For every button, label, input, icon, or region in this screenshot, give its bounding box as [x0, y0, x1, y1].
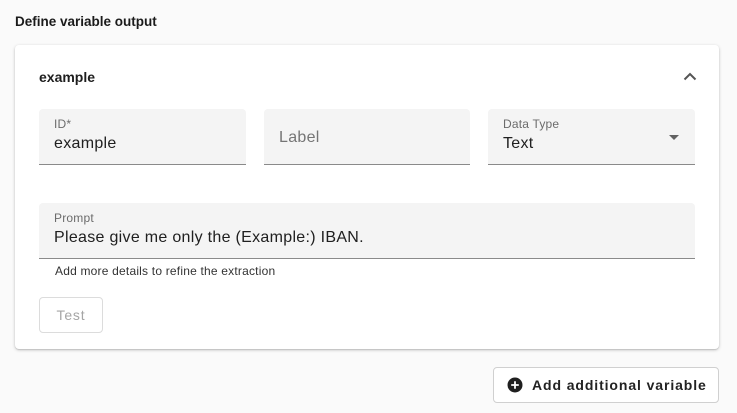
variable-card-title: example: [39, 69, 96, 85]
section-title: Define variable output: [15, 14, 157, 29]
add-additional-variable-label: Add additional variable: [532, 377, 707, 393]
test-button[interactable]: Test: [39, 297, 103, 333]
id-field-value: example: [54, 135, 117, 152]
label-field[interactable]: Label: [264, 109, 470, 165]
add-additional-variable-button[interactable]: Add additional variable: [493, 367, 719, 403]
plus-circle-icon: [507, 377, 523, 393]
data-type-label: Data Type: [503, 117, 560, 131]
data-type-select[interactable]: Data Type Text: [488, 109, 695, 165]
id-field[interactable]: ID* example: [39, 109, 246, 165]
collapse-button[interactable]: [679, 65, 701, 87]
prompt-field-value: Please give me only the (Example:) IBAN.: [54, 229, 364, 246]
prompt-field[interactable]: Prompt Please give me only the (Example:…: [39, 203, 695, 259]
chevron-up-icon: [683, 72, 697, 80]
dropdown-arrow-icon: [669, 135, 679, 140]
data-type-value: Text: [503, 135, 534, 152]
variable-card: example ID* example Label Data Type Text…: [15, 45, 719, 349]
prompt-field-label: Prompt: [54, 211, 94, 225]
id-field-label: ID*: [54, 117, 72, 131]
prompt-hint: Add more details to refine the extractio…: [55, 264, 276, 278]
label-field-placeholder: Label: [279, 129, 320, 146]
